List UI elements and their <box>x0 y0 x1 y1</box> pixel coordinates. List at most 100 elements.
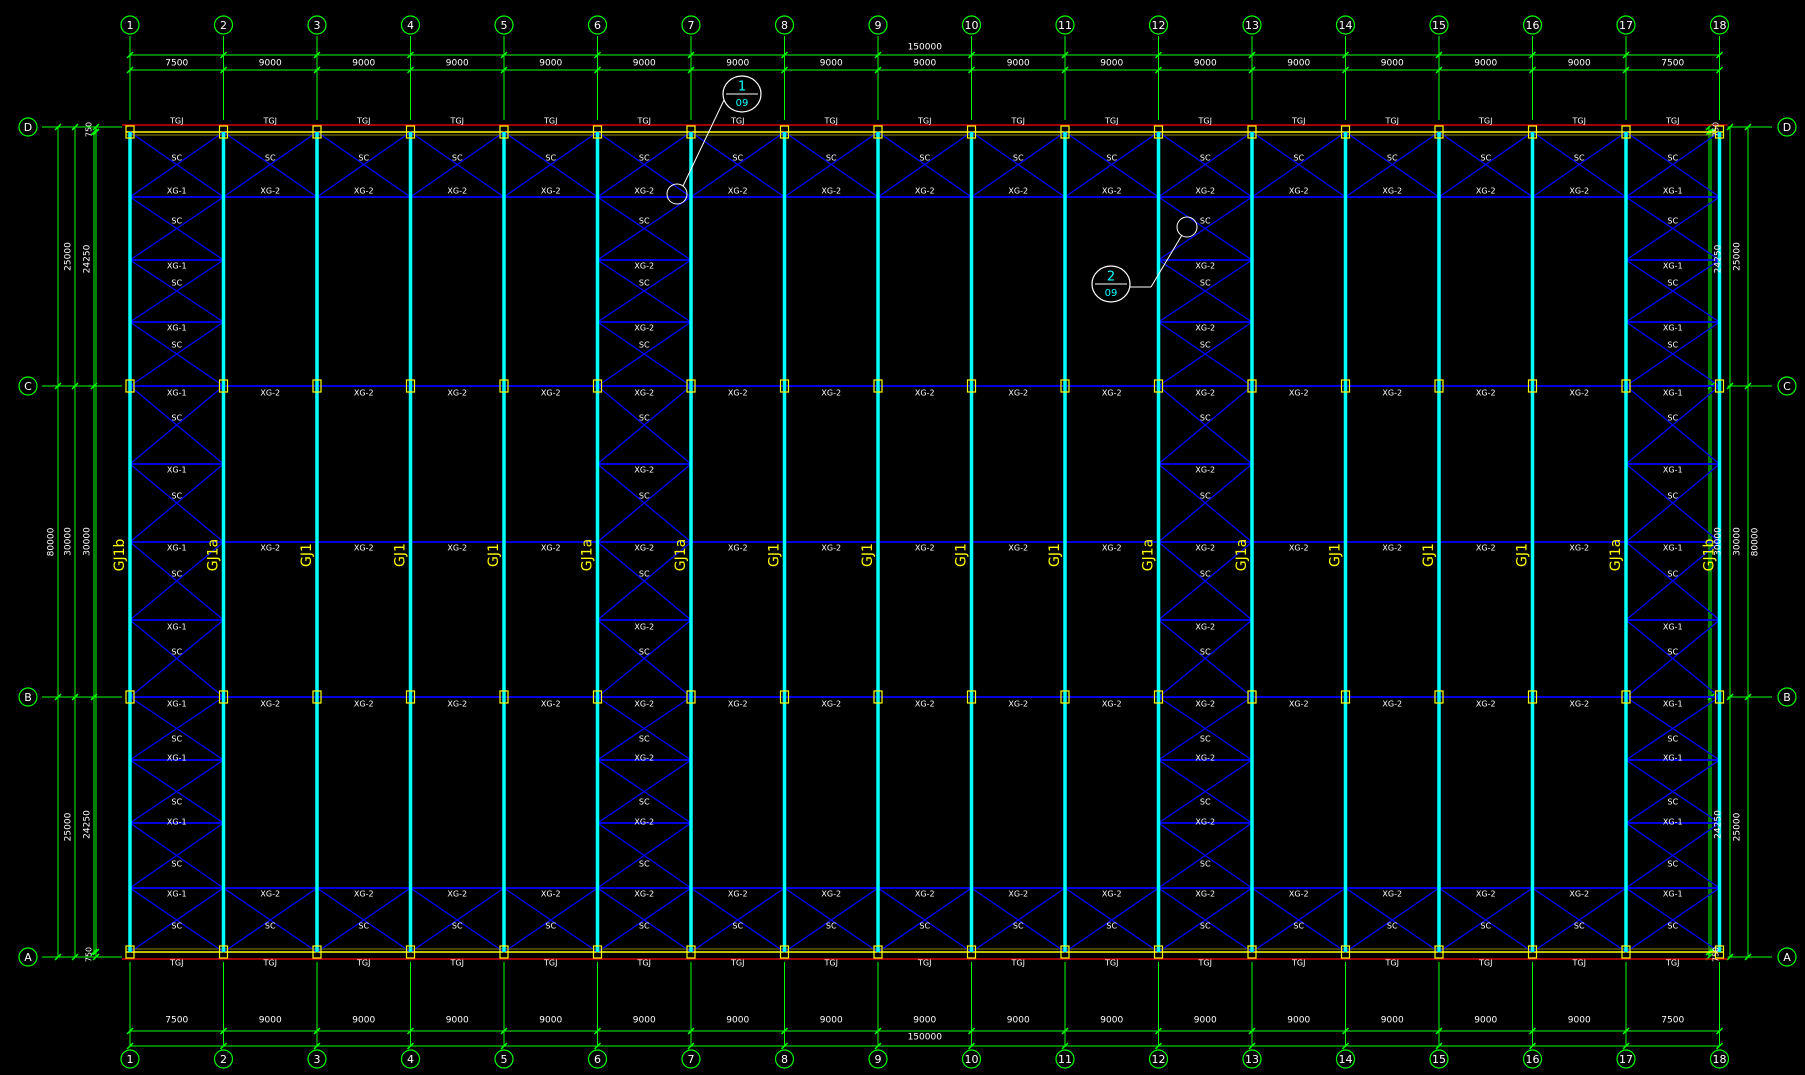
dimension-text: 9000 <box>726 1016 749 1026</box>
axis-bubble-4-text: 4 <box>407 19 414 32</box>
frame-label: GJ1 <box>860 543 876 567</box>
strut-label: XG-1 <box>1663 466 1683 475</box>
tie-beam-label: TGJ <box>450 959 464 968</box>
tie-beam-label: TGJ <box>824 959 838 968</box>
strut-label: XG-1 <box>1663 262 1683 271</box>
dimension-text: 9000 <box>633 1016 656 1026</box>
brace-label: SC <box>732 922 743 931</box>
tie-beam-label: TGJ <box>1478 117 1492 126</box>
brace-label: SC <box>171 279 182 288</box>
strut-label: XG-1 <box>1663 389 1683 398</box>
tie-beam-label: TGJ <box>1291 959 1305 968</box>
strut-label: XG-1 <box>167 187 187 196</box>
axis-bubble-1-text: 1 <box>127 19 134 32</box>
axis-bubble-12-text: 12 <box>1152 1053 1166 1066</box>
strut-label: XG-2 <box>1195 890 1215 899</box>
dimension-text: 9000 <box>913 59 936 69</box>
dimension-text: 9000 <box>1568 1016 1591 1026</box>
tie-beam-label: TGJ <box>356 117 370 126</box>
brace-label: SC <box>639 798 650 807</box>
axis-bubble-3-text: 3 <box>314 1053 321 1066</box>
strut-label: XG-2 <box>634 623 654 632</box>
strut-label: XG-1 <box>1663 544 1683 553</box>
frame-label: GJ1a <box>1234 539 1250 571</box>
axis-bubble-8-text: 8 <box>781 19 788 32</box>
brace-label: SC <box>1200 217 1211 226</box>
frame-label: GJ1 <box>1047 543 1063 567</box>
strut-label: XG-2 <box>354 544 374 553</box>
dimension-text: 750 <box>85 122 94 137</box>
dimension-text: 9000 <box>259 1016 282 1026</box>
brace-label: SC <box>1200 570 1211 579</box>
brace-label: SC <box>919 154 930 163</box>
strut-label: XG-2 <box>1008 389 1028 398</box>
strut-label: XG-2 <box>1102 187 1122 196</box>
brace-label: SC <box>826 154 837 163</box>
strut-label: XG-2 <box>728 890 748 899</box>
tie-beam-label: TGJ <box>1198 117 1212 126</box>
strut-label: XG-1 <box>1663 187 1683 196</box>
strut-label: XG-1 <box>167 262 187 271</box>
strut-label: XG-2 <box>1289 700 1309 709</box>
dimension-text: 7500 <box>1661 1016 1684 1026</box>
brace-label: SC <box>1200 798 1211 807</box>
axis-bubble-3-text: 3 <box>314 19 321 32</box>
brace-label: SC <box>1200 735 1211 744</box>
strut-label: XG-2 <box>541 544 561 553</box>
brace-label: SC <box>1667 798 1678 807</box>
strut-label: XG-2 <box>1289 544 1309 553</box>
axis-bubble-B-text: B <box>1783 691 1791 704</box>
axis-bubble-10-text: 10 <box>965 1053 979 1066</box>
dimension-text: 9000 <box>1568 59 1591 69</box>
strut-label: XG-2 <box>354 389 374 398</box>
axis-bubble-7-text: 7 <box>688 1053 695 1066</box>
brace-label: SC <box>639 492 650 501</box>
axis-bubble-8-text: 8 <box>781 1053 788 1066</box>
strut-label: XG-2 <box>915 389 935 398</box>
axis-bubble-2-text: 2 <box>220 1053 227 1066</box>
dimension-text: 9000 <box>259 59 282 69</box>
strut-label: XG-2 <box>821 187 841 196</box>
strut-label: XG-2 <box>1102 544 1122 553</box>
dimension-text: 25000 <box>64 242 74 271</box>
strut-label: XG-1 <box>1663 324 1683 333</box>
strut-label: XG-2 <box>1569 389 1589 398</box>
tie-beam-label: TGJ <box>637 117 651 126</box>
brace-label: SC <box>1200 860 1211 869</box>
strut-label: XG-2 <box>1382 544 1402 553</box>
dimension-text: 9000 <box>1007 1016 1030 1026</box>
brace-label: SC <box>639 217 650 226</box>
brace-label: SC <box>545 922 556 931</box>
brace-label: SC <box>1480 154 1491 163</box>
axis-bubble-17-text: 17 <box>1619 1053 1633 1066</box>
brace-label: SC <box>1667 414 1678 423</box>
strut-label: XG-2 <box>1289 389 1309 398</box>
brace-label: SC <box>171 492 182 501</box>
strut-label: XG-2 <box>821 389 841 398</box>
tie-beam-label: TGJ <box>1291 117 1305 126</box>
brace-label: SC <box>358 154 369 163</box>
tie-beam-label: TGJ <box>1572 117 1586 126</box>
axis-bubble-B-text: B <box>24 691 32 704</box>
strut-label: XG-2 <box>354 700 374 709</box>
strut-label: XG-2 <box>447 389 467 398</box>
brace-label: SC <box>639 735 650 744</box>
strut-label: XG-2 <box>1382 890 1402 899</box>
strut-label: XG-2 <box>1195 544 1215 553</box>
brace-label: SC <box>1013 922 1024 931</box>
axis-bubble-C-text: C <box>24 380 32 393</box>
dimension-text: 750 <box>1712 947 1721 962</box>
dimension-text: 7500 <box>165 1016 188 1026</box>
brace-label: SC <box>1387 922 1398 931</box>
tie-beam-label: TGJ <box>1665 117 1679 126</box>
axis-bubble-17-text: 17 <box>1619 19 1633 32</box>
detail-leader <box>1150 234 1183 288</box>
strut-label: XG-2 <box>260 700 280 709</box>
dimension-text: 750 <box>1712 122 1721 137</box>
brace-label: SC <box>1200 492 1211 501</box>
dimension-text: 9000 <box>1287 59 1310 69</box>
tie-beam-label: TGJ <box>1011 117 1025 126</box>
axis-bubble-1-text: 1 <box>127 1053 134 1066</box>
brace-label: SC <box>1293 154 1304 163</box>
brace-label: SC <box>639 279 650 288</box>
